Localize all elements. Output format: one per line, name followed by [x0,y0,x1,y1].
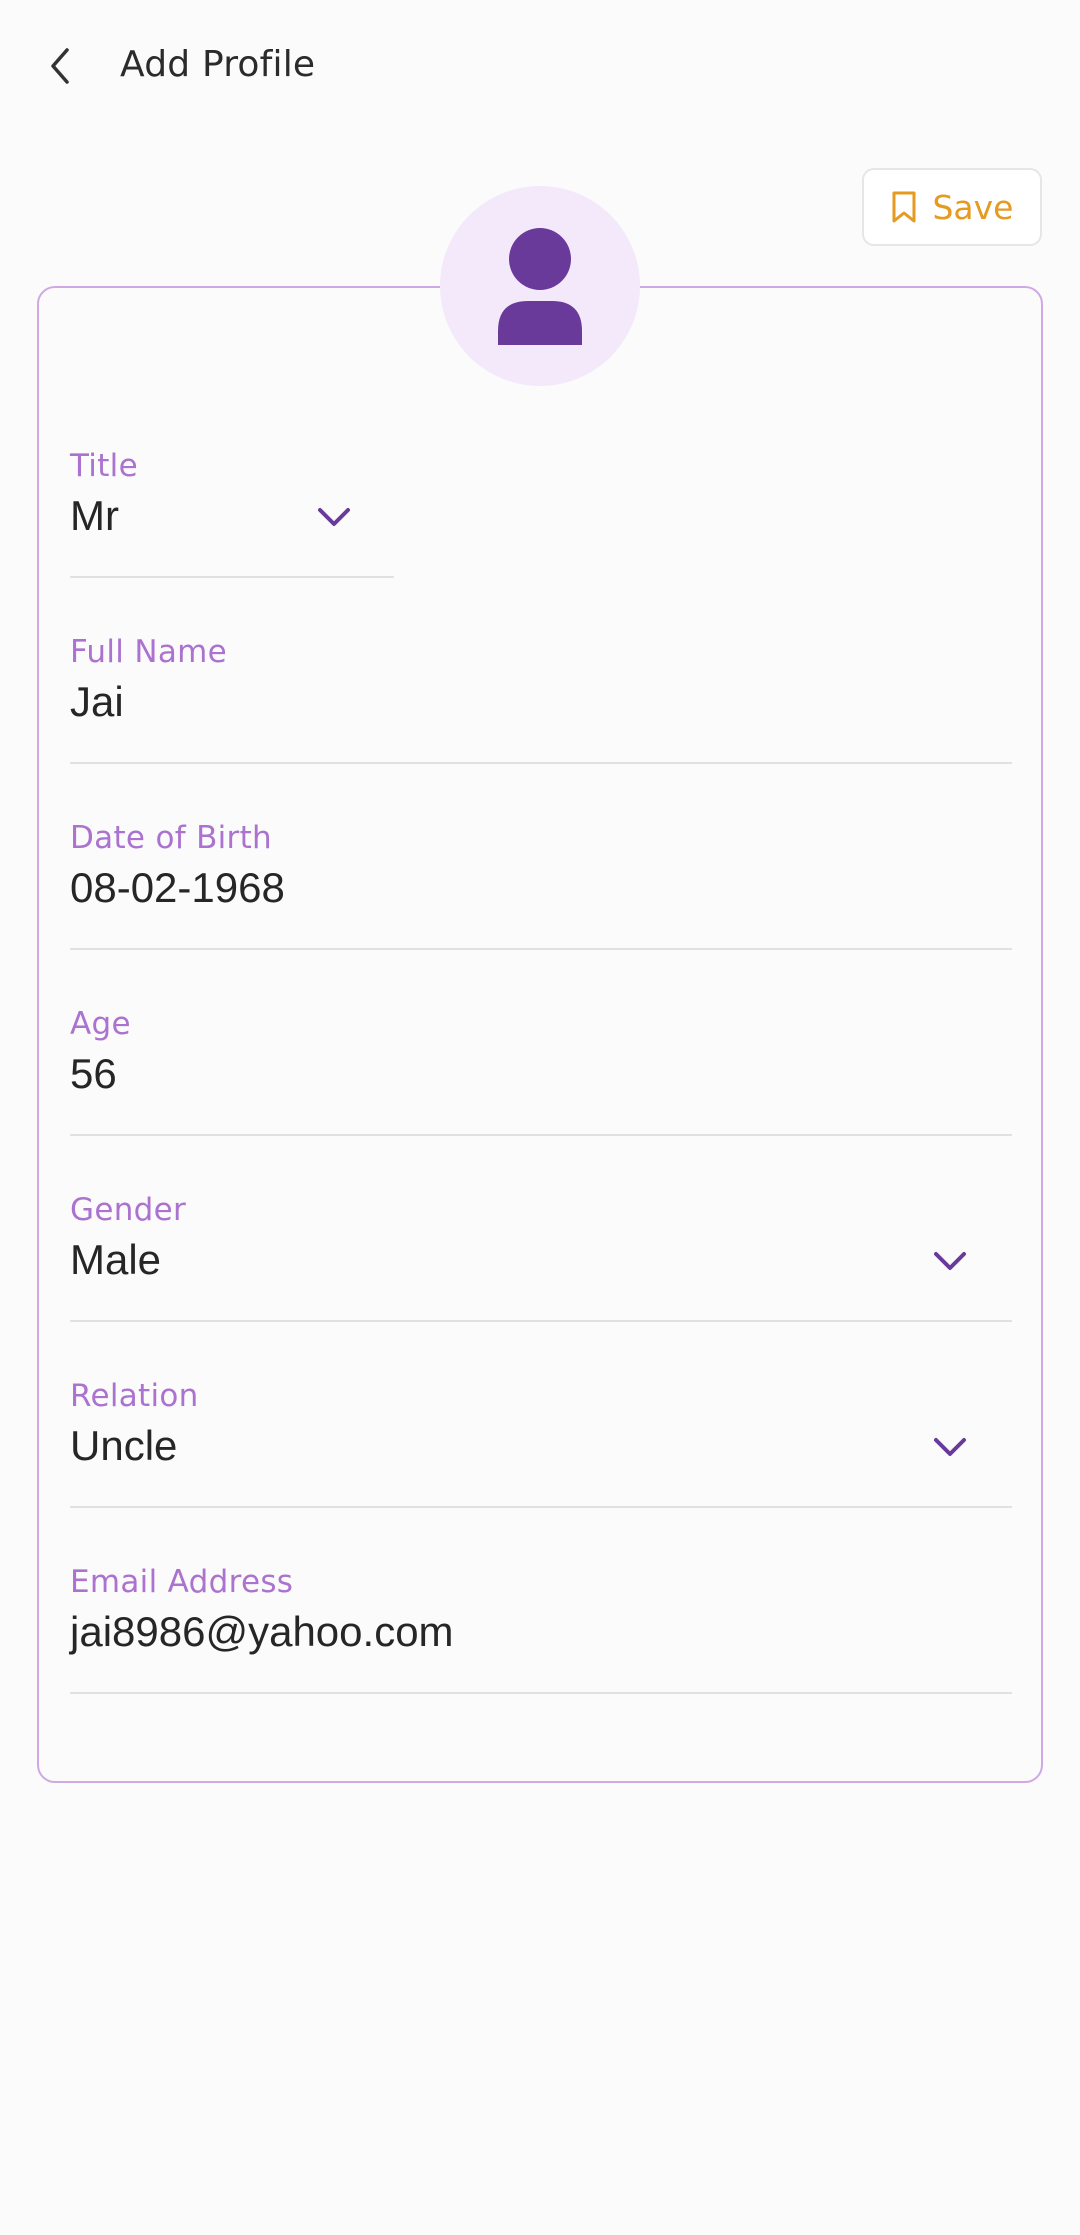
chevron-down-icon [318,508,350,526]
full-name-label: Full Name [70,634,228,670]
gender-select[interactable]: Gender Male [70,1192,1012,1322]
email-label: Email Address [70,1564,294,1600]
relation-value: Uncle [70,1422,178,1469]
title-select[interactable]: Title Mr [70,448,394,578]
chevron-left-icon [51,48,69,84]
age-value: 56 [70,1050,117,1097]
gender-value: Male [70,1236,162,1283]
relation-label: Relation [70,1378,199,1414]
avatar[interactable] [440,186,640,386]
chevron-down-icon [934,1252,966,1270]
page-title: Add Profile [120,44,316,85]
gender-label: Gender [70,1192,187,1228]
gender-dropdown-toggle[interactable] [930,1246,970,1276]
date-of-birth-label: Date of Birth [70,820,273,856]
age-field[interactable]: Age 56 [70,1006,1012,1136]
person-icon [498,228,582,345]
bookmark-icon [892,191,916,223]
save-button[interactable]: Save [862,168,1042,246]
save-label: Save [932,187,1014,227]
app-bar: Add Profile [0,0,1080,134]
email-value: jai8986@yahoo.com [70,1608,454,1655]
email-field[interactable]: Email Address jai8986@yahoo.com [70,1564,1012,1694]
full-name-value: Jai [70,678,124,725]
title-value: Mr [70,492,119,539]
title-label: Title [70,448,138,484]
date-of-birth-value: 08-02-1968 [70,864,285,911]
relation-select[interactable]: Relation Uncle [70,1378,1012,1508]
relation-dropdown-toggle[interactable] [930,1432,970,1462]
full-name-field[interactable]: Full Name Jai [70,634,1012,764]
title-dropdown-toggle[interactable] [314,502,354,532]
back-button[interactable] [36,36,84,96]
chevron-down-icon [934,1438,966,1456]
age-label: Age [70,1006,131,1042]
date-of-birth-field[interactable]: Date of Birth 08-02-1968 [70,820,1012,950]
